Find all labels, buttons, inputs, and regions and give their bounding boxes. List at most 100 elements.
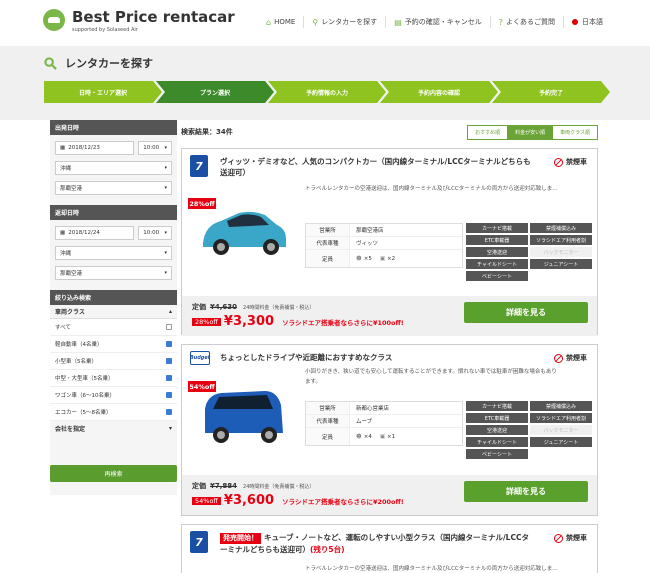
- class-filter-toggle[interactable]: 車両クラス ▴: [50, 305, 177, 319]
- step-confirm: 予約内容の確認: [380, 81, 498, 103]
- logo-title[interactable]: Best Price rentacar: [72, 8, 235, 26]
- discount-badge: 54%off: [188, 381, 216, 392]
- departure-pref-select[interactable]: 沖縄 ▾: [55, 161, 172, 175]
- step-complete: 予約完了: [492, 81, 610, 103]
- option-tag: チャイルドシート: [466, 437, 528, 447]
- nav-search[interactable]: ⚲ レンタカーを探す: [303, 16, 385, 28]
- company-filter-toggle[interactable]: 会社を指定 ▾: [50, 421, 177, 435]
- spec-table: 営業所 那覇空港店 代表車種 ヴィッツ 定員 ☻ ×5 ▣ ×2: [305, 223, 463, 268]
- no-smoking-icon: [554, 353, 563, 363]
- price-band: 定価 ¥4,630 24時間料金（免責補償・税込） 28%off ¥3,300 ソラシド…: [182, 296, 597, 336]
- plan-price: ¥3,300: [223, 314, 275, 329]
- calendar-icon: ▦: [60, 145, 66, 151]
- model-value: ムーブ: [356, 419, 373, 425]
- class-option-kei[interactable]: 軽自動車（4名乗）: [50, 336, 177, 353]
- non-smoking-label: 禁煙車: [554, 353, 587, 363]
- chevron-down-icon: ▾: [164, 250, 167, 256]
- chevron-down-icon: ▾: [164, 270, 167, 276]
- sort-class[interactable]: 車両クラス順: [552, 125, 597, 139]
- return-place-select[interactable]: 那覇空港 ▾: [55, 266, 172, 280]
- option-tag: ジュニアシート: [530, 437, 592, 447]
- class-option-wagon[interactable]: ワゴン車（6〜10名乗）: [50, 387, 177, 404]
- plan-title[interactable]: ヴィッツ・デミオなど、人気のコンパクトカー（国内線ターミナル/LCCターミナルど…: [220, 156, 535, 178]
- clipboard-icon: ▤: [394, 17, 402, 27]
- office-value: 那覇空港店: [356, 228, 384, 234]
- plan-card: 7 発売開始！ キューブ・ノートなど、運転のしやすい小型クラス（国内線ターミナル/…: [181, 524, 598, 573]
- detail-button[interactable]: 詳細を見る: [464, 302, 588, 323]
- regular-price: ¥4,630: [210, 303, 238, 311]
- return-pref-select[interactable]: 沖縄 ▾: [55, 246, 172, 260]
- option-tag: 空港送迎: [466, 247, 528, 257]
- return-date-field[interactable]: ▦ 2018/12/24: [55, 226, 135, 240]
- price-band: 定価 ¥7,884 24時間料金（免責補償・税込） 54%off ¥3,600 ソラシド…: [182, 475, 597, 515]
- checkbox[interactable]: [166, 392, 172, 398]
- option-tag: カーナビ搭載: [466, 223, 528, 233]
- checkbox[interactable]: [166, 375, 172, 381]
- departure-place-select[interactable]: 那覇空港 ▾: [55, 181, 172, 195]
- person-icon: ☻: [356, 255, 362, 262]
- plan-description: 小回りがきき、狭い道でも安心して運転することができます。慣れない車では駐車が困難…: [305, 369, 557, 375]
- luggage-icon: ▣: [379, 255, 386, 262]
- option-tag: ベビーシート: [466, 271, 528, 281]
- global-nav: ⌂ HOME ⚲ レンタカーを探す ▤ 予約の確認・キャンセル ? よくあるご質問 日本…: [258, 16, 611, 28]
- return-time-select[interactable]: 10:00 ▾: [138, 226, 172, 240]
- option-tag: ソラシドエア利用者割: [530, 413, 592, 423]
- plan-description-line2: ます。: [305, 379, 321, 385]
- plan-price: ¥3,600: [223, 493, 275, 508]
- option-tag: チャイルドシート: [466, 259, 528, 269]
- option-tag: ソラシドエア利用者割: [530, 235, 592, 245]
- luggage-icon: ▣: [379, 433, 386, 440]
- nav-home[interactable]: ⌂ HOME: [258, 16, 303, 28]
- brand-logo-icon: 7: [190, 531, 208, 553]
- nav-reservation[interactable]: ▤ 予約の確認・キャンセル: [385, 16, 490, 28]
- discount-badge: 28%off: [188, 198, 216, 209]
- site-header: Best Price rentacar supported by Solasee…: [0, 0, 650, 46]
- class-option-mid-large[interactable]: 中型・大型車（5名乗）: [50, 370, 177, 387]
- option-tag: カーナビ搭載: [466, 401, 528, 411]
- research-button[interactable]: 再検索: [50, 465, 177, 482]
- departure-time-select[interactable]: 10:00 ▾: [138, 141, 172, 155]
- result-count: 検索結果：34件: [181, 128, 233, 136]
- plan-card: 7 ヴィッツ・デミオなど、人気のコンパクトカー（国内線ターミナル/LCCターミナ…: [181, 148, 598, 336]
- option-tag: 禁煙補償込み: [530, 223, 592, 233]
- class-option-small[interactable]: 小型車（5名乗）: [50, 353, 177, 370]
- magnifier-icon: [44, 56, 57, 70]
- detail-button[interactable]: 詳細を見る: [464, 481, 588, 502]
- sort-recommended[interactable]: おすすめ順: [468, 125, 508, 139]
- non-smoking-label: 禁煙車: [554, 533, 587, 543]
- logo-subtitle: supported by Solaseed Air: [72, 27, 138, 33]
- plan-title[interactable]: ちょっとしたドライブや近距離におすすめなクラス: [220, 352, 535, 363]
- checkbox[interactable]: [166, 358, 172, 364]
- logo-icon[interactable]: [43, 9, 65, 31]
- page-title: レンタカーを探す: [44, 55, 153, 71]
- chevron-down-icon: ▾: [164, 185, 167, 191]
- regular-price: ¥7,884: [210, 482, 238, 490]
- option-tags: カーナビ搭載 禁煙補償込み ETC車載器 ソラシドエア利用者割 空港送迎 バック…: [466, 401, 592, 459]
- option-tag: ETC車載器: [466, 235, 528, 245]
- checkbox[interactable]: [166, 341, 172, 347]
- class-option-eco[interactable]: エコカー（5〜8名乗）: [50, 404, 177, 421]
- class-option-all[interactable]: すべて: [50, 319, 177, 336]
- chevron-down-icon: ▾: [164, 165, 167, 171]
- plan-title[interactable]: 発売開始！ キューブ・ノートなど、運転のしやすい小型クラス（国内線ターミナル/LC…: [220, 532, 535, 555]
- nav-language[interactable]: 日本語: [563, 16, 611, 28]
- option-tag: バックモニター: [530, 425, 592, 435]
- checkbox[interactable]: [166, 409, 172, 415]
- step-progress: 日時・エリア選択 プラン選択 予約情報の入力 予約内容の確認 予約完了: [44, 81, 604, 103]
- option-tag: バックモニター: [530, 247, 592, 257]
- option-tag: 禁煙補償込み: [530, 401, 592, 411]
- step-datetime-area[interactable]: 日時・エリア選択: [44, 81, 162, 103]
- option-tag: ベビーシート: [466, 449, 528, 459]
- non-smoking-label: 禁煙車: [554, 157, 587, 167]
- return-heading: 返却日時: [50, 205, 177, 220]
- checkbox[interactable]: [166, 324, 172, 330]
- search-sidebar: 出発日時 ▦ 2018/12/23 10:00 ▾ 沖縄 ▾ 那覇空港 ▾ 返却日時 ▦…: [50, 120, 177, 495]
- departure-date-field[interactable]: ▦ 2018/12/23: [55, 141, 135, 155]
- option-tag: ETC車載器: [466, 413, 528, 423]
- search-icon: ⚲: [312, 17, 319, 27]
- calendar-icon: ▦: [60, 230, 66, 236]
- sort-price[interactable]: 料金が安い順: [507, 125, 553, 139]
- nav-faq[interactable]: ? よくあるご質問: [489, 16, 563, 28]
- plan-description: トラベルレンタカーの空港送迎は、国内線ターミナル及びLCCターミナルの両方から送…: [305, 566, 558, 572]
- person-icon: ☻: [356, 433, 362, 440]
